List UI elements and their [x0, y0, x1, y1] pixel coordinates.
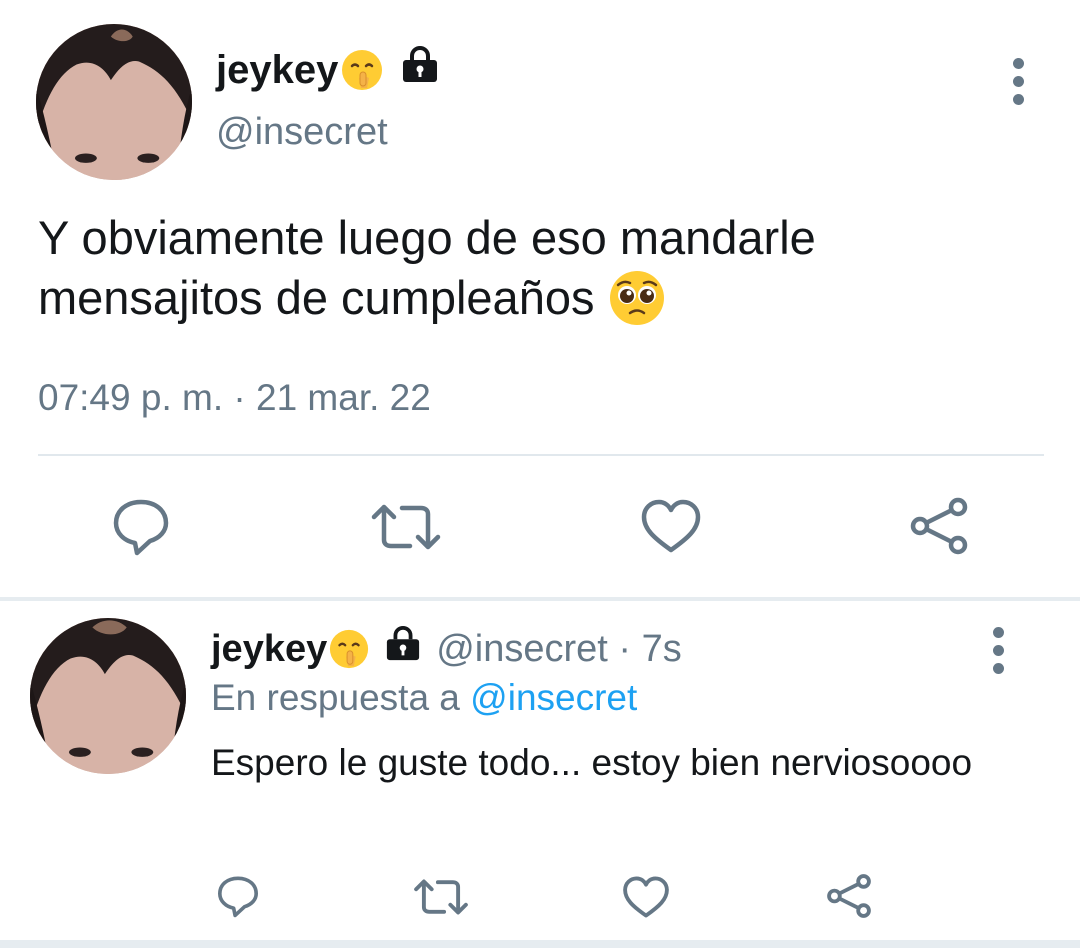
- tweet-text-line-1: Y obviamente luego de eso mandarle: [38, 211, 816, 264]
- reply-display-name[interactable]: jeykey: [211, 628, 327, 671]
- tweet-separator: [0, 940, 1080, 948]
- more-options-icon[interactable]: [991, 627, 1005, 681]
- tweet-text: Y obviamente luego de eso mandarle mensa…: [38, 208, 1048, 328]
- shushing-face-emoji: [328, 628, 370, 670]
- reply-button[interactable]: [214, 872, 262, 920]
- tweet-timestamp[interactable]: 07:49 p. m. · 21 mar. 22: [38, 374, 431, 422]
- handle[interactable]: @insecret: [216, 108, 388, 156]
- reply-icon: [113, 499, 169, 556]
- like-button[interactable]: [622, 874, 670, 920]
- like-icon: [623, 876, 669, 918]
- reply-tweet-text: Espero le guste todo... estoy bien nervi…: [211, 742, 973, 783]
- lock-icon: [384, 625, 422, 672]
- reply-header: jeykey @insecret · 7s: [211, 625, 682, 673]
- reply-icon: [218, 876, 258, 917]
- share-button[interactable]: [824, 872, 874, 920]
- retweet-button[interactable]: [370, 500, 442, 554]
- divider: [38, 454, 1044, 456]
- pleading-face-emoji: [608, 269, 666, 327]
- tweet-text-line-2: mensajitos de cumpleaños: [38, 268, 1048, 328]
- reply-avatar[interactable]: [30, 618, 186, 774]
- retweet-button[interactable]: [412, 875, 470, 919]
- like-button[interactable]: [640, 498, 702, 554]
- more-options-icon[interactable]: [1011, 58, 1025, 112]
- tweet-separator: [0, 597, 1080, 601]
- reply-button[interactable]: [108, 496, 174, 558]
- reply-context: En respuesta a @insecret: [211, 674, 637, 722]
- share-icon: [827, 874, 871, 918]
- shushing-face-emoji: [340, 48, 384, 92]
- share-button[interactable]: [908, 496, 970, 556]
- reply-prefix: En respuesta a: [211, 677, 460, 718]
- display-name[interactable]: jeykey: [216, 45, 440, 94]
- retweet-icon: [414, 879, 468, 915]
- share-icon: [910, 497, 968, 555]
- reply-mention-link[interactable]: @insecret: [470, 677, 637, 718]
- lock-icon: [400, 45, 440, 94]
- retweet-icon: [371, 504, 441, 550]
- tweet-text-line-2-text: mensajitos de cumpleaños: [38, 271, 595, 324]
- display-name-text: jeykey: [216, 47, 339, 92]
- avatar[interactable]: [36, 24, 192, 180]
- reply-handle-time[interactable]: @insecret · 7s: [436, 628, 682, 671]
- like-icon: [641, 499, 701, 553]
